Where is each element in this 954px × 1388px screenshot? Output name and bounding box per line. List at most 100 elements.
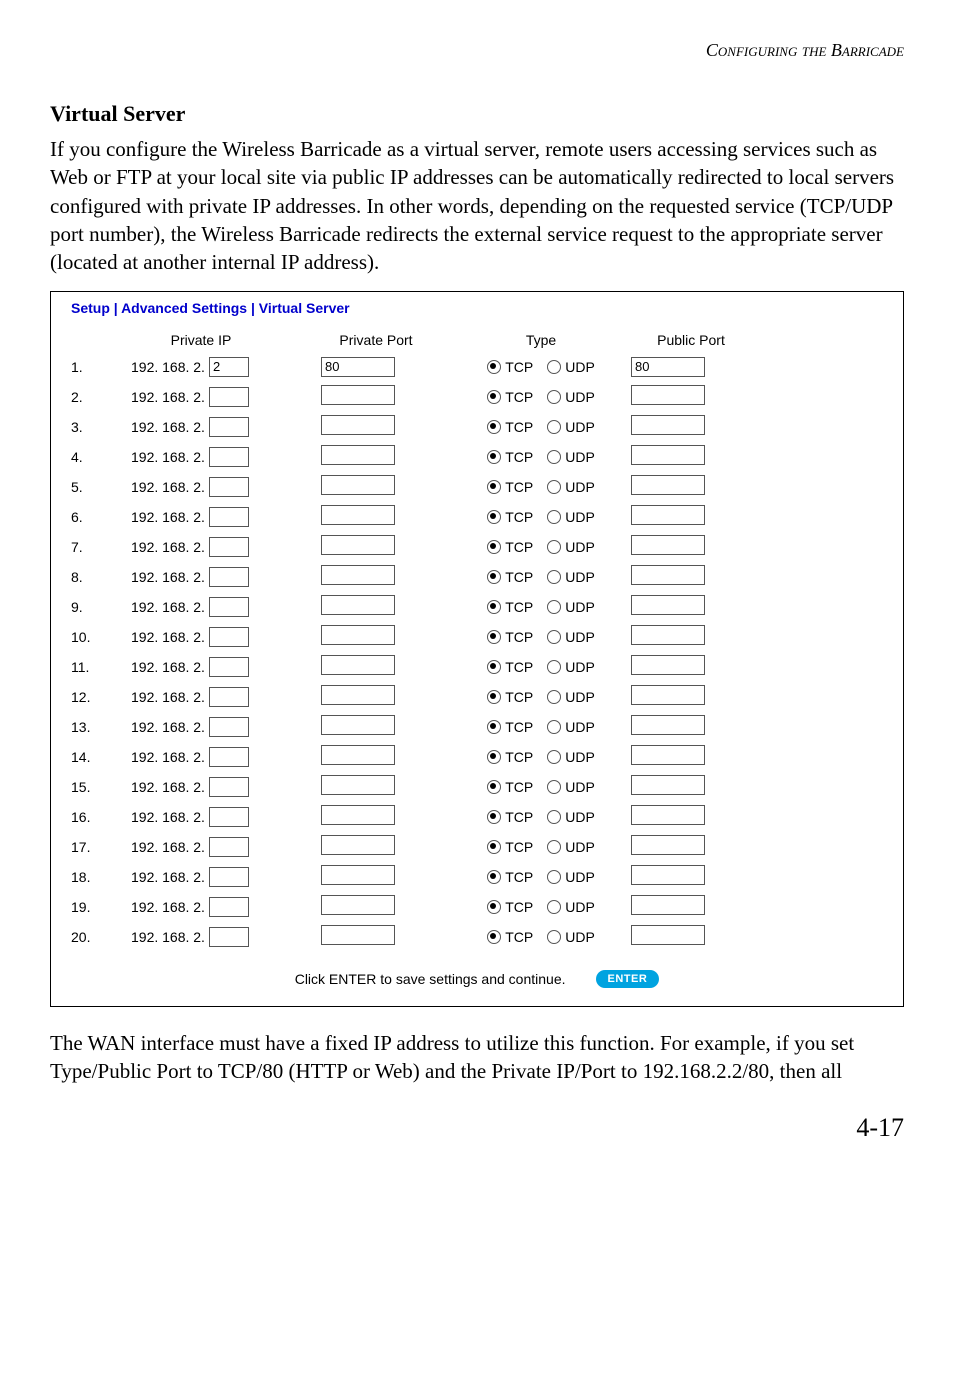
private-ip-input[interactable]	[209, 717, 249, 737]
public-port-input[interactable]	[631, 865, 705, 885]
tcp-radio[interactable]	[487, 870, 501, 884]
public-port-input[interactable]	[631, 535, 705, 555]
private-port-input[interactable]	[321, 445, 395, 465]
tcp-radio[interactable]	[487, 360, 501, 374]
private-port-input[interactable]	[321, 565, 395, 585]
udp-radio[interactable]	[547, 600, 561, 614]
public-port-input[interactable]	[631, 445, 705, 465]
private-ip-input[interactable]	[209, 927, 249, 947]
tcp-radio[interactable]	[487, 540, 501, 554]
enter-button[interactable]: ENTER	[596, 970, 660, 988]
public-port-input[interactable]	[631, 895, 705, 915]
private-ip-input[interactable]	[209, 657, 249, 677]
tcp-radio[interactable]	[487, 780, 501, 794]
private-ip-input[interactable]: 2	[209, 357, 249, 377]
private-port-input[interactable]	[321, 775, 395, 795]
tcp-radio[interactable]	[487, 840, 501, 854]
private-ip-input[interactable]	[209, 597, 249, 617]
public-port-input[interactable]	[631, 475, 705, 495]
private-ip-input[interactable]	[209, 897, 249, 917]
public-port-input[interactable]	[631, 625, 705, 645]
tcp-radio[interactable]	[487, 510, 501, 524]
private-ip-input[interactable]	[209, 627, 249, 647]
private-port-input[interactable]	[321, 925, 395, 945]
udp-radio[interactable]	[547, 510, 561, 524]
udp-radio[interactable]	[547, 360, 561, 374]
udp-radio[interactable]	[547, 810, 561, 824]
udp-radio[interactable]	[547, 420, 561, 434]
udp-radio[interactable]	[547, 900, 561, 914]
udp-radio[interactable]	[547, 930, 561, 944]
private-ip-input[interactable]	[209, 417, 249, 437]
udp-radio[interactable]	[547, 630, 561, 644]
udp-radio[interactable]	[547, 840, 561, 854]
public-port-input[interactable]	[631, 805, 705, 825]
private-ip-input[interactable]	[209, 447, 249, 467]
private-port-input[interactable]	[321, 655, 395, 675]
private-ip-input[interactable]	[209, 747, 249, 767]
private-port-input[interactable]	[321, 685, 395, 705]
private-port-input[interactable]	[321, 535, 395, 555]
public-port-input[interactable]	[631, 505, 705, 525]
tcp-radio[interactable]	[487, 480, 501, 494]
tcp-radio[interactable]	[487, 450, 501, 464]
tcp-radio[interactable]	[487, 720, 501, 734]
private-port-input[interactable]	[321, 625, 395, 645]
public-port-input[interactable]	[631, 385, 705, 405]
private-ip-input[interactable]	[209, 477, 249, 497]
tcp-radio[interactable]	[487, 930, 501, 944]
private-port-input[interactable]	[321, 385, 395, 405]
public-port-input[interactable]	[631, 565, 705, 585]
public-port-input[interactable]	[631, 415, 705, 435]
private-ip-input[interactable]	[209, 537, 249, 557]
tcp-radio[interactable]	[487, 570, 501, 584]
public-port-input[interactable]	[631, 775, 705, 795]
public-port-input[interactable]	[631, 595, 705, 615]
private-port-input[interactable]	[321, 505, 395, 525]
udp-radio[interactable]	[547, 720, 561, 734]
udp-radio[interactable]	[547, 750, 561, 764]
public-port-input[interactable]	[631, 835, 705, 855]
private-ip-input[interactable]	[209, 507, 249, 527]
private-port-input[interactable]	[321, 895, 395, 915]
private-port-input[interactable]	[321, 805, 395, 825]
private-ip-input[interactable]	[209, 867, 249, 887]
private-ip-input[interactable]	[209, 567, 249, 587]
udp-radio[interactable]	[547, 660, 561, 674]
udp-radio[interactable]	[547, 390, 561, 404]
public-port-input[interactable]	[631, 685, 705, 705]
private-ip-input[interactable]	[209, 807, 249, 827]
tcp-radio[interactable]	[487, 630, 501, 644]
private-ip-input[interactable]	[209, 837, 249, 857]
udp-radio[interactable]	[547, 540, 561, 554]
private-port-input[interactable]	[321, 745, 395, 765]
private-port-input[interactable]	[321, 475, 395, 495]
tcp-radio[interactable]	[487, 660, 501, 674]
private-ip-input[interactable]	[209, 387, 249, 407]
private-port-input[interactable]: 80	[321, 357, 395, 377]
public-port-input[interactable]: 80	[631, 357, 705, 377]
udp-radio[interactable]	[547, 480, 561, 494]
private-ip-input[interactable]	[209, 777, 249, 797]
udp-radio[interactable]	[547, 450, 561, 464]
tcp-radio[interactable]	[487, 810, 501, 824]
tcp-radio[interactable]	[487, 600, 501, 614]
tcp-radio[interactable]	[487, 690, 501, 704]
private-port-input[interactable]	[321, 415, 395, 435]
public-port-input[interactable]	[631, 745, 705, 765]
private-port-input[interactable]	[321, 595, 395, 615]
udp-radio[interactable]	[547, 690, 561, 704]
udp-radio[interactable]	[547, 780, 561, 794]
private-port-input[interactable]	[321, 715, 395, 735]
tcp-radio[interactable]	[487, 750, 501, 764]
private-port-input[interactable]	[321, 865, 395, 885]
public-port-input[interactable]	[631, 655, 705, 675]
udp-radio[interactable]	[547, 570, 561, 584]
private-port-input[interactable]	[321, 835, 395, 855]
private-ip-input[interactable]	[209, 687, 249, 707]
tcp-radio[interactable]	[487, 390, 501, 404]
tcp-radio[interactable]	[487, 420, 501, 434]
udp-radio[interactable]	[547, 870, 561, 884]
tcp-radio[interactable]	[487, 900, 501, 914]
public-port-input[interactable]	[631, 925, 705, 945]
